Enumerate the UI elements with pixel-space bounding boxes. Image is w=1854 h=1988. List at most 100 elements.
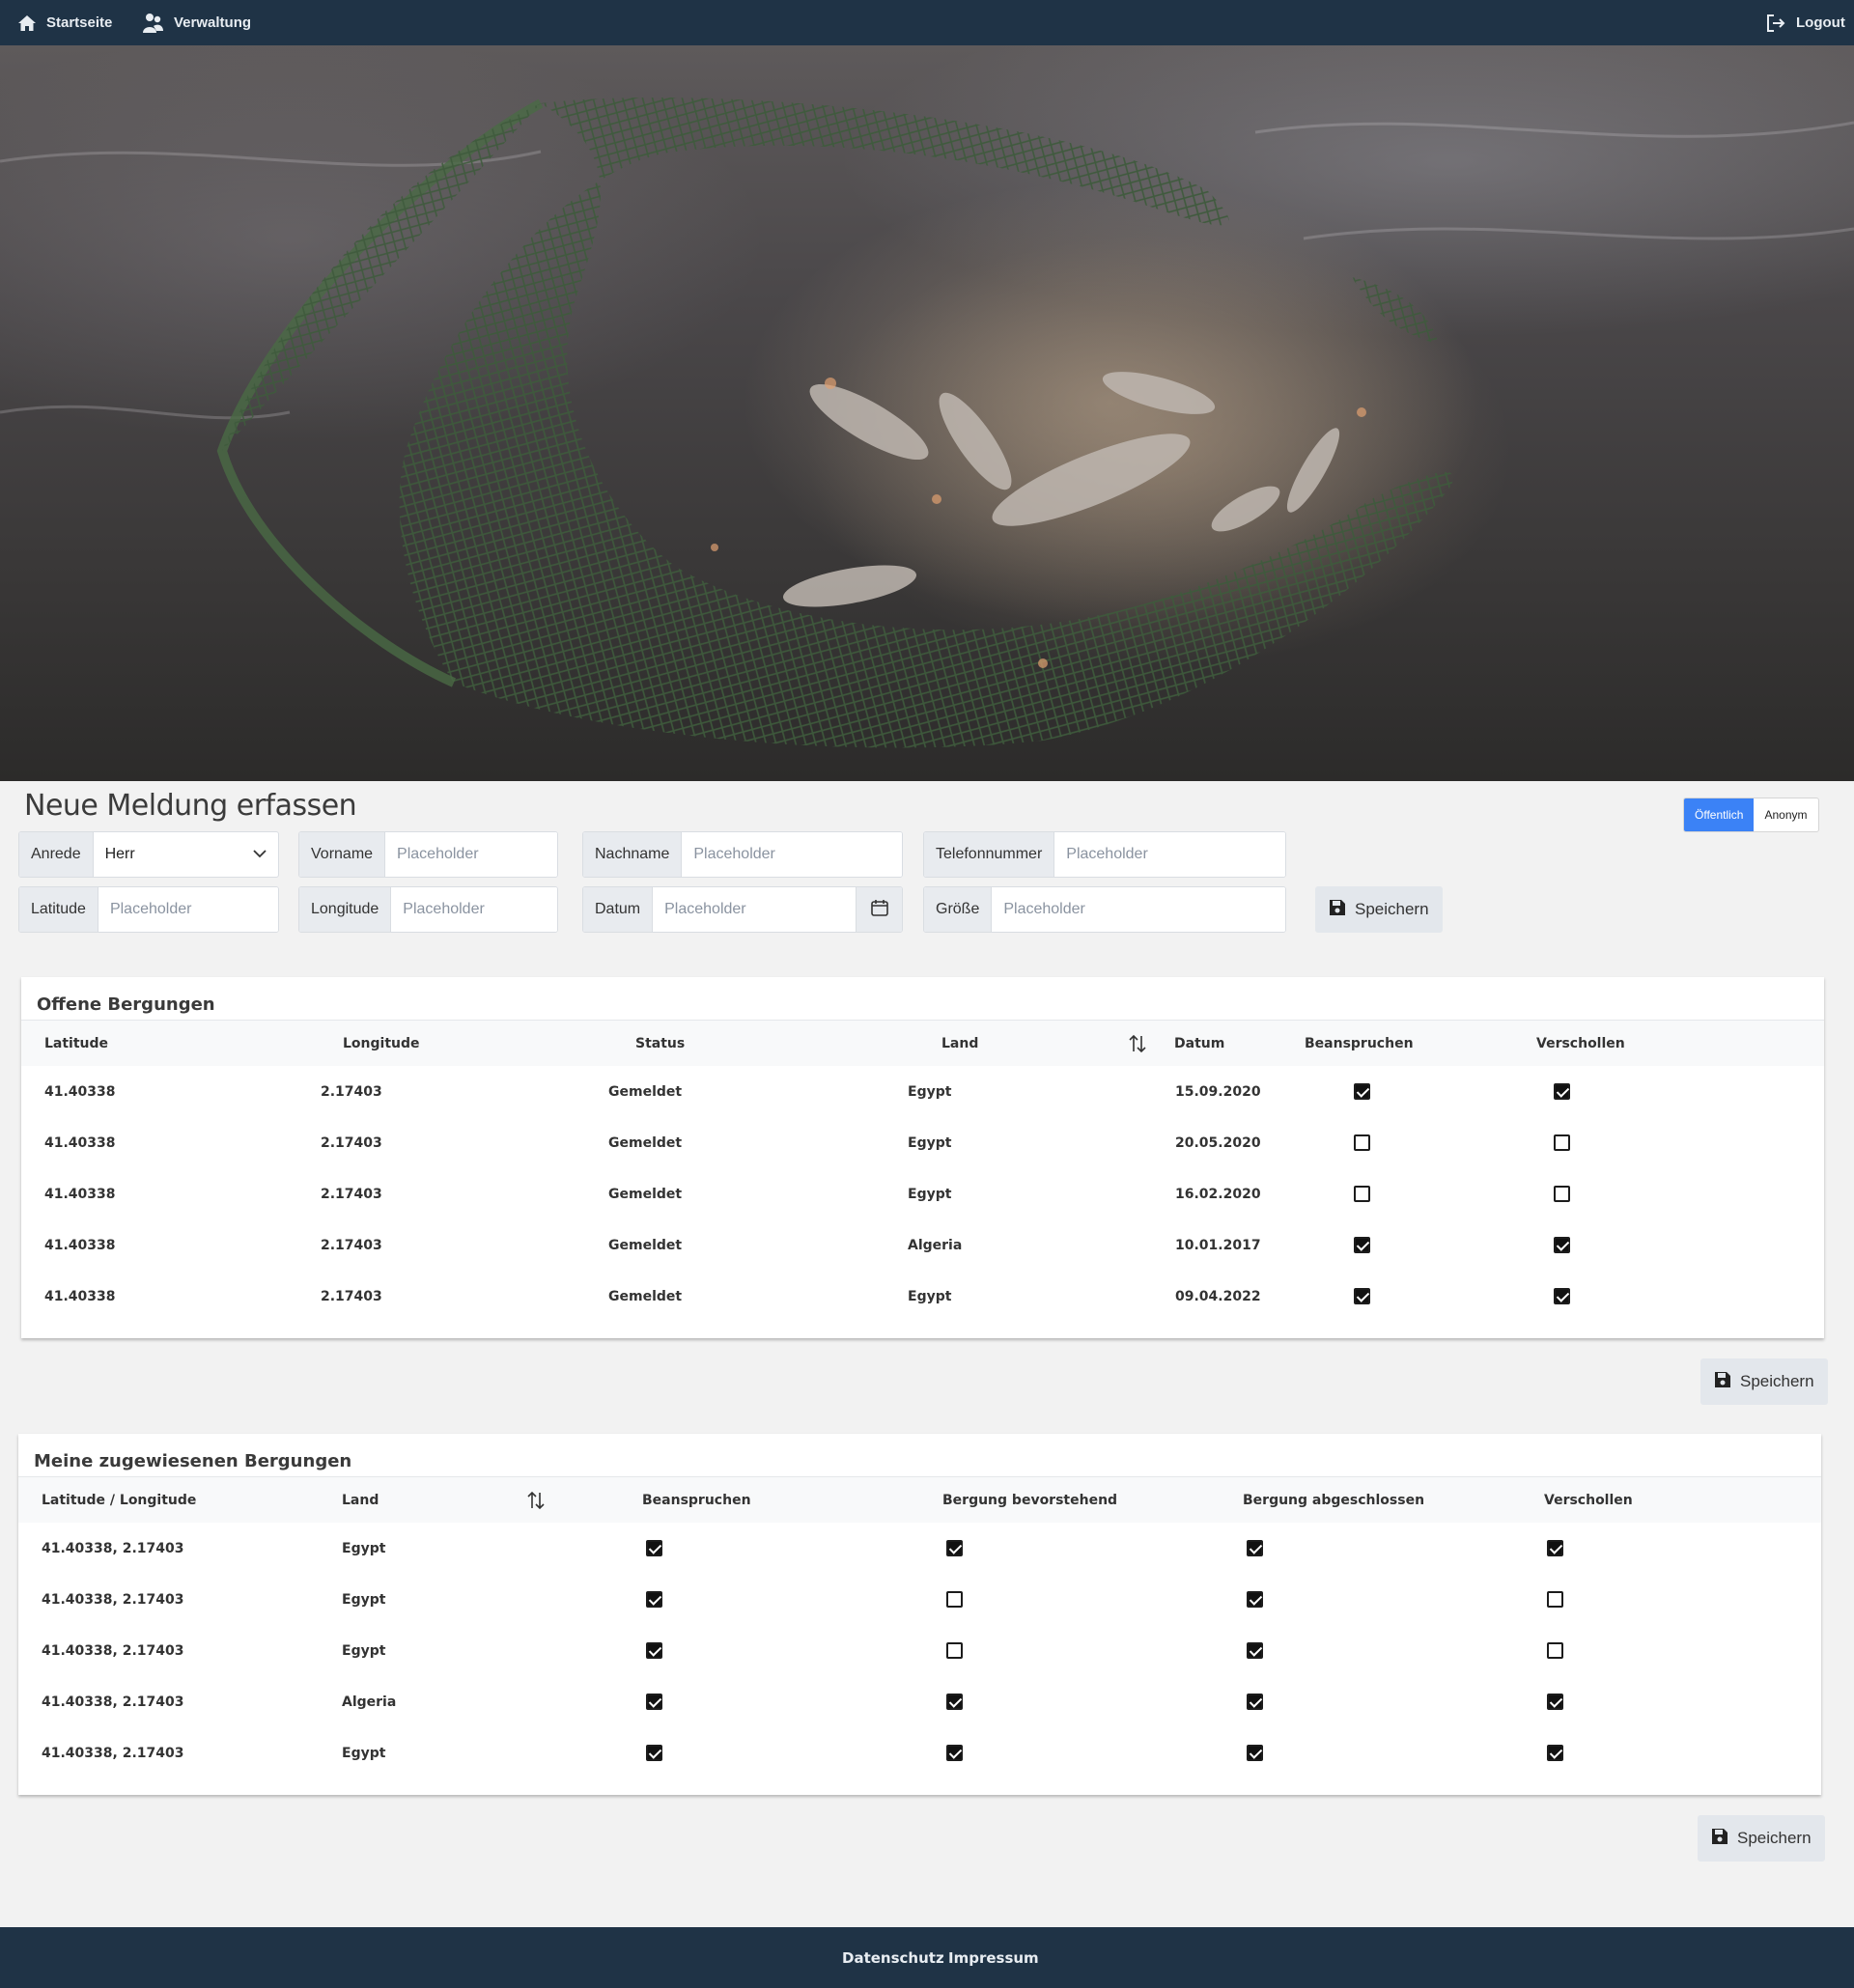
col-land: Land	[342, 1493, 379, 1508]
footer-privacy-link[interactable]: Datenschutz	[842, 1927, 944, 1988]
table-row: 41.40338 2.17403 Gemeldet Algeria 10.01.2017	[21, 1219, 1824, 1271]
done-checkbox[interactable]	[1247, 1540, 1263, 1556]
claim-checkbox[interactable]	[646, 1745, 662, 1761]
claim-checkbox[interactable]	[646, 1540, 662, 1556]
cell-land: Egypt	[908, 1288, 952, 1304]
footer: Datenschutz Impressum	[0, 1927, 1854, 1988]
cell-land: Egypt	[342, 1642, 386, 1659]
longitude-group: Longitude	[298, 886, 558, 933]
lost-checkbox[interactable]	[1554, 1237, 1570, 1253]
done-checkbox[interactable]	[1247, 1745, 1263, 1761]
pending-checkbox[interactable]	[946, 1745, 963, 1761]
home-icon	[17, 14, 37, 32]
calendar-button[interactable]	[856, 887, 902, 932]
lost-checkbox[interactable]	[1547, 1745, 1563, 1761]
save-icon	[1714, 1371, 1731, 1393]
footer-imprint-link[interactable]: Impressum	[948, 1927, 1039, 1988]
lost-checkbox[interactable]	[1547, 1540, 1563, 1556]
pending-checkbox[interactable]	[946, 1694, 963, 1710]
my-table-header: Latitude / Longitude Land Beanspruchen B…	[18, 1476, 1821, 1523]
latitude-label: Latitude	[19, 887, 98, 932]
claim-checkbox[interactable]	[646, 1591, 662, 1608]
col-done: Bergung abgeschlossen	[1243, 1493, 1425, 1508]
cell-lat: 41.40338	[44, 1134, 116, 1151]
cell-lat: 41.40338	[44, 1186, 116, 1202]
lost-checkbox[interactable]	[1554, 1134, 1570, 1151]
cell-datum: 15.09.2020	[1175, 1083, 1261, 1100]
cell-lon: 2.17403	[321, 1186, 382, 1202]
chevron-down-icon	[253, 846, 267, 863]
nav-admin-link[interactable]: Verwaltung	[141, 0, 251, 45]
cell-lon: 2.17403	[321, 1134, 382, 1151]
claim-checkbox[interactable]	[646, 1694, 662, 1710]
anrede-value: Herr	[104, 846, 135, 862]
col-claim: Beanspruchen	[642, 1493, 751, 1508]
groesse-label: Größe	[924, 887, 993, 932]
lost-checkbox[interactable]	[1554, 1186, 1570, 1202]
lost-checkbox[interactable]	[1547, 1694, 1563, 1710]
vorname-group: Vorname	[298, 831, 558, 878]
lost-checkbox[interactable]	[1554, 1288, 1570, 1304]
nachname-label: Nachname	[583, 832, 683, 877]
vorname-label: Vorname	[299, 832, 386, 877]
col-longitude: Longitude	[343, 1036, 420, 1051]
anrede-select[interactable]: Herr	[94, 832, 278, 877]
done-checkbox[interactable]	[1247, 1591, 1263, 1608]
done-checkbox[interactable]	[1247, 1642, 1263, 1659]
cell-lon: 2.17403	[321, 1288, 382, 1304]
claim-checkbox[interactable]	[1354, 1083, 1370, 1100]
col-latitude: Latitude	[44, 1036, 109, 1051]
table-row: 41.40338 2.17403 Gemeldet Egypt 09.04.2022	[21, 1271, 1824, 1322]
cell-lon: 2.17403	[321, 1083, 382, 1100]
pending-checkbox[interactable]	[946, 1642, 963, 1659]
sort-icon[interactable]	[527, 1491, 545, 1515]
sort-icon[interactable]	[1129, 1034, 1146, 1058]
visibility-public-option[interactable]: Öffentlich	[1684, 798, 1755, 831]
logout-label: Logout	[1796, 14, 1845, 31]
open-table-header: Latitude Longitude Status Land Datum Bea…	[21, 1020, 1824, 1066]
cell-latlon: 41.40338, 2.17403	[42, 1745, 184, 1761]
pending-checkbox[interactable]	[946, 1540, 963, 1556]
form-save-button[interactable]: Speichern	[1315, 886, 1443, 933]
cell-land: Egypt	[908, 1134, 952, 1151]
done-checkbox[interactable]	[1247, 1694, 1263, 1710]
col-claim: Beanspruchen	[1305, 1036, 1414, 1051]
claim-checkbox[interactable]	[1354, 1237, 1370, 1253]
lost-checkbox[interactable]	[1547, 1642, 1563, 1659]
my-table-save-button[interactable]: Speichern	[1698, 1815, 1825, 1862]
anrede-group: Anrede Herr	[18, 831, 279, 878]
table-row: 41.40338 2.17403 Gemeldet Egypt 16.02.2020	[21, 1168, 1824, 1219]
anrede-label: Anrede	[19, 832, 94, 877]
col-land: Land	[941, 1036, 979, 1051]
groesse-input[interactable]	[992, 887, 1285, 932]
cell-latlon: 41.40338, 2.17403	[42, 1540, 184, 1556]
logout-link[interactable]: Logout	[1765, 0, 1845, 45]
col-datum: Datum	[1174, 1036, 1225, 1051]
nav-home-link[interactable]: Startseite	[17, 0, 112, 45]
nav-admin-label: Verwaltung	[174, 14, 252, 31]
datum-input[interactable]	[653, 887, 856, 932]
latitude-input[interactable]	[98, 887, 278, 932]
table-row: 41.40338, 2.17403 Egypt	[18, 1523, 1821, 1574]
claim-checkbox[interactable]	[646, 1642, 662, 1659]
my-table-save-label: Speichern	[1737, 1829, 1812, 1847]
open-table-save-button[interactable]: Speichern	[1700, 1358, 1828, 1405]
cell-land: Egypt	[908, 1083, 952, 1100]
claim-checkbox[interactable]	[1354, 1186, 1370, 1202]
claim-checkbox[interactable]	[1354, 1288, 1370, 1304]
telefon-label: Telefonnummer	[924, 832, 1055, 877]
longitude-input[interactable]	[391, 887, 557, 932]
claim-checkbox[interactable]	[1354, 1134, 1370, 1151]
cell-land: Algeria	[342, 1694, 397, 1710]
telefon-input[interactable]	[1054, 832, 1285, 877]
cell-datum: 10.01.2017	[1175, 1237, 1261, 1253]
lost-checkbox[interactable]	[1547, 1591, 1563, 1608]
vorname-input[interactable]	[385, 832, 557, 877]
cell-latlon: 41.40338, 2.17403	[42, 1591, 184, 1608]
col-lost: Verschollen	[1536, 1036, 1625, 1051]
pending-checkbox[interactable]	[946, 1591, 963, 1608]
visibility-anonymous-option[interactable]: Anonym	[1754, 798, 1817, 831]
nachname-input[interactable]	[682, 832, 902, 877]
lost-checkbox[interactable]	[1554, 1083, 1570, 1100]
cell-land: Egypt	[908, 1186, 952, 1202]
